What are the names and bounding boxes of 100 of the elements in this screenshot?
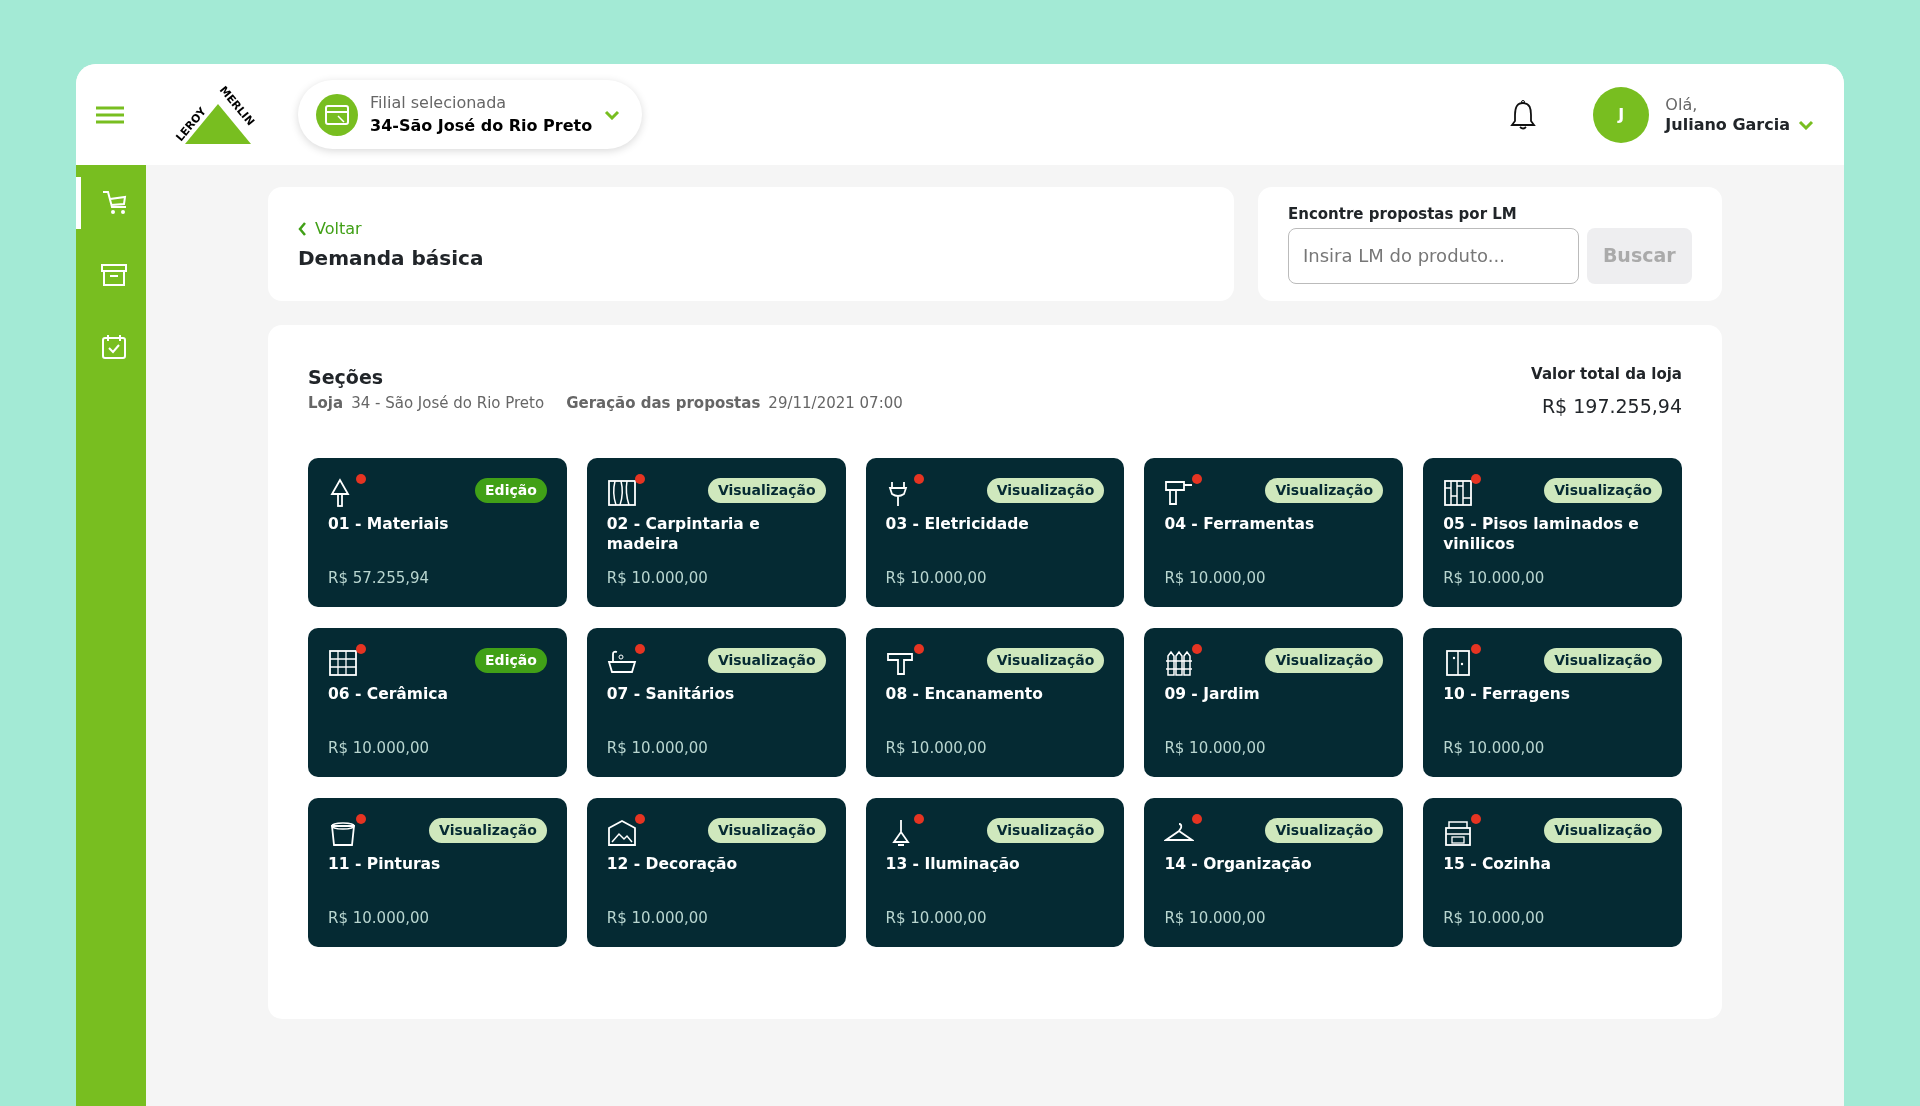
section-name: 14 - Organização: [1164, 854, 1313, 875]
section-card[interactable]: Visualização 10 - Ferragens R$ 10.000,00: [1423, 628, 1682, 777]
greeting-text: Olá,: [1665, 94, 1699, 115]
cart-icon: [100, 189, 128, 217]
section-card[interactable]: Visualização 05 - Pisos laminados e vinilicos R$ 10.000,00: [1423, 458, 1682, 607]
status-tag: Visualização: [986, 818, 1105, 843]
section-card[interactable]: Visualização 03 - Eletricidade R$ 10.000,00: [865, 458, 1125, 607]
notification-dot: [1192, 814, 1203, 824]
notification-dot: [1471, 814, 1482, 824]
status-tag: Visualização: [1265, 818, 1384, 843]
search-label: Encontre propostas por LM: [1288, 204, 1518, 225]
section-name: 05 - Pisos laminados e vinilicos: [1443, 514, 1640, 555]
notification-dot: [913, 474, 924, 484]
notification-dot: [634, 474, 645, 484]
store-icon: [316, 93, 358, 136]
section-value: R$ 10.000,00: [606, 907, 709, 929]
section-value: R$ 10.000,00: [1164, 567, 1267, 589]
section-name: 03 - Eletricidade: [885, 514, 1030, 535]
status-tag: Visualização: [1544, 478, 1662, 503]
search-field[interactable]: Insira LM do produto...: [1288, 227, 1579, 284]
section-card[interactable]: Visualização 08 - Encanamento R$ 10.000,00: [865, 628, 1125, 777]
status-tag: Visualização: [707, 648, 826, 673]
notification-dot: [356, 814, 366, 824]
section-value: R$ 10.000,00: [1164, 737, 1267, 759]
section-value: R$ 10.000,00: [1443, 907, 1546, 929]
section-name: 06 - Cerâmica: [328, 684, 449, 705]
section-value: R$ 10.000,00: [1443, 737, 1546, 759]
calendar-check-icon: [100, 333, 128, 361]
picture-frame-icon: [606, 818, 637, 848]
generated-label: Geração das propostas: [566, 392, 761, 414]
notification-dot: [913, 644, 924, 654]
notification-dot: [634, 814, 645, 824]
status-tag: Visualização: [1265, 478, 1384, 503]
status-tag: Visualização: [1265, 648, 1384, 673]
status-tag: Visualização: [986, 478, 1105, 503]
section-name: 13 - Iluminação: [885, 854, 1021, 875]
floor-planks-icon: [1443, 478, 1474, 508]
section-name: 12 - Decoração: [606, 854, 739, 875]
section-name: 02 - Carpintaria e madeira: [606, 514, 761, 555]
bell-icon[interactable]: [1509, 98, 1538, 131]
section-name: 10 - Ferragens: [1443, 684, 1572, 705]
section-name: 09 - Jardim: [1164, 684, 1261, 705]
notification-dot: [913, 814, 924, 824]
user-name[interactable]: Juliano Garcia: [1665, 114, 1790, 135]
status-tag: Visualização: [429, 818, 547, 843]
section-value: R$ 10.000,00: [1443, 567, 1546, 589]
section-card[interactable]: Visualização 14 - Organização R$ 10.000,00: [1144, 798, 1404, 947]
section-card[interactable]: Edição 01 - Materiais R$ 57.255,94: [308, 458, 567, 607]
section-card[interactable]: Visualização 04 - Ferramentas R$ 10.000,00: [1144, 458, 1404, 607]
section-value: R$ 10.000,00: [606, 567, 709, 589]
section-name: 11 - Pinturas: [328, 854, 442, 875]
page-title: Demanda básica: [298, 245, 485, 272]
section-value: R$ 10.000,00: [328, 907, 431, 929]
branch-selector[interactable]: Filial selecionada 34-São José do Rio Preto: [298, 80, 643, 149]
notification-dot: [356, 474, 366, 484]
section-card[interactable]: Visualização 11 - Pinturas R$ 10.000,00: [308, 798, 567, 947]
store-label: Loja: [308, 392, 344, 414]
stove-icon: [1443, 818, 1474, 848]
status-tag: Visualização: [986, 648, 1105, 673]
notification-dot: [356, 644, 366, 654]
wood-icon: [606, 478, 637, 508]
section-card[interactable]: Visualização 09 - Jardim R$ 10.000,00: [1144, 628, 1404, 777]
section-name: 04 - Ferramentas: [1164, 514, 1316, 535]
section-card[interactable]: Visualização 02 - Carpintaria e madeira R$ 10.000,00: [586, 458, 846, 607]
section-card[interactable]: Visualização 15 - Cozinha R$ 10.000,00: [1423, 798, 1682, 947]
notification-dot: [1471, 644, 1482, 654]
section-value: R$ 10.000,00: [606, 737, 709, 759]
section-card[interactable]: Edição 06 - Cerâmica R$ 10.000,00: [308, 628, 567, 777]
section-card[interactable]: Visualização 13 - Iluminação R$ 10.000,00: [865, 798, 1125, 947]
drill-icon: [1164, 478, 1195, 508]
section-value: R$ 10.000,00: [328, 737, 431, 759]
menu-icon[interactable]: [96, 104, 124, 125]
status-tag: Visualização: [707, 478, 826, 503]
tiles-icon: [328, 648, 358, 678]
section-card[interactable]: Visualização 07 - Sanitários R$ 10.000,00: [586, 628, 846, 777]
section-value: R$ 57.255,94: [328, 567, 431, 589]
notification-dot: [1192, 474, 1203, 484]
section-card[interactable]: Visualização 12 - Decoração R$ 10.000,00: [586, 798, 846, 947]
section-value: R$ 10.000,00: [1164, 907, 1267, 929]
section-name: 15 - Cozinha: [1443, 854, 1552, 875]
status-tag: Visualização: [1544, 818, 1662, 843]
branch-label: Filial selecionada: [370, 92, 508, 115]
chevron-left-icon: [298, 222, 307, 236]
section-name: 01 - Materiais: [328, 514, 450, 535]
section-title: Seções: [308, 365, 385, 390]
archive-icon: [100, 261, 128, 289]
chevron-down-icon: [604, 109, 621, 120]
total-label: Valor total da loja: [1531, 364, 1682, 385]
section-value: R$ 10.000,00: [885, 567, 988, 589]
branch-name: 34-São José do Rio Preto: [370, 114, 593, 137]
avatar: J: [1593, 86, 1650, 143]
notification-dot: [1192, 644, 1203, 654]
status-tag: Edição: [475, 648, 547, 673]
notification-dot: [1471, 474, 1482, 484]
fence-icon: [1164, 648, 1195, 678]
section-name: 08 - Encanamento: [885, 684, 1044, 705]
section-value: R$ 10.000,00: [885, 737, 988, 759]
chevron-down-icon[interactable]: [1798, 119, 1814, 130]
status-tag: Visualização: [707, 818, 826, 843]
generated-value: 29/11/2021 07:00: [768, 392, 903, 414]
